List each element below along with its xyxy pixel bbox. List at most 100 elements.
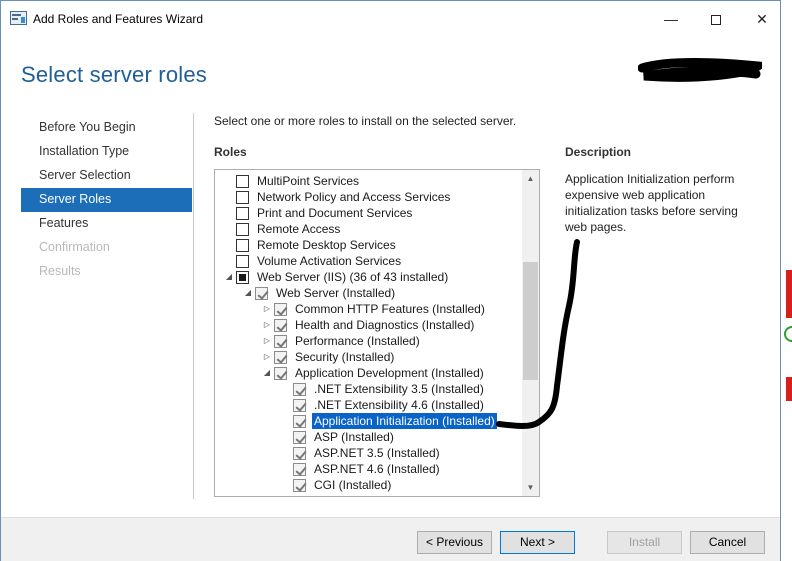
scroll-up-icon[interactable]: ▲	[522, 170, 539, 187]
tree-item[interactable]: .NET Extensibility 4.6 (Installed)	[215, 397, 524, 413]
status-ok-icon	[784, 326, 792, 342]
tree-item[interactable]: ▷ Health and Diagnostics (Installed)	[215, 317, 524, 333]
redaction-scribble	[638, 58, 762, 82]
role-checkbox[interactable]	[293, 415, 306, 428]
role-checkbox[interactable]	[293, 383, 306, 396]
roles-heading: Roles	[214, 145, 247, 159]
expanded-arrow-icon[interactable]: ◢	[242, 285, 254, 301]
tree-item-label: ASP.NET 4.6 (Installed)	[314, 462, 440, 476]
tree-item-label: .NET Extensibility 3.5 (Installed)	[314, 382, 484, 396]
cancel-button[interactable]: Cancel	[690, 531, 765, 554]
maximize-button[interactable]	[701, 7, 731, 31]
tree-item-label: Performance (Installed)	[295, 334, 420, 348]
tree-item[interactable]: Remote Access	[215, 221, 524, 237]
tree-item[interactable]: Remote Desktop Services	[215, 237, 524, 253]
role-checkbox[interactable]	[236, 239, 249, 252]
role-checkbox[interactable]	[255, 287, 268, 300]
scroll-down-icon[interactable]: ▼	[522, 479, 539, 496]
tree-item-label: CGI (Installed)	[314, 478, 392, 492]
collapsed-arrow-icon[interactable]: ▷	[261, 333, 273, 349]
tree-item[interactable]: ASP.NET 4.6 (Installed)	[215, 461, 524, 477]
tree-item[interactable]: ASP (Installed)	[215, 429, 524, 445]
role-checkbox[interactable]	[236, 255, 249, 268]
role-checkbox[interactable]	[236, 207, 249, 220]
nav-item-before-you-begin[interactable]: Before You Begin	[21, 116, 192, 140]
tree-item[interactable]: ◢ Application Development (Installed)	[215, 365, 524, 381]
previous-button[interactable]: < Previous	[417, 531, 492, 554]
tree-item[interactable]: ▷ Security (Installed)	[215, 349, 524, 365]
nav-item-server-roles[interactable]: Server Roles	[21, 188, 192, 212]
wizard-navigation: Before You Begin Installation Type Serve…	[21, 116, 192, 284]
tree-item[interactable]: ◢ Web Server (Installed)	[215, 285, 524, 301]
role-checkbox[interactable]	[274, 351, 287, 364]
tree-item[interactable]: Application Initialization (Installed)	[215, 413, 524, 429]
tree-item-label: Web Server (Installed)	[276, 286, 396, 300]
role-checkbox[interactable]	[236, 223, 249, 236]
tree-item-label: Volume Activation Services	[257, 254, 402, 268]
tree-item-label: ASP (Installed)	[314, 430, 394, 444]
wizard-footer: < Previous Next > Install Cancel	[1, 517, 780, 561]
title-bar[interactable]: Add Roles and Features Wizard — ✕	[0, 0, 781, 36]
background-window-edge	[786, 377, 792, 401]
nav-item-server-selection[interactable]: Server Selection	[21, 164, 192, 188]
tree-item[interactable]: ▷ Common HTTP Features (Installed)	[215, 301, 524, 317]
nav-item-features[interactable]: Features	[21, 212, 192, 236]
background-window-edge	[786, 270, 792, 318]
tree-item-label: .NET Extensibility 4.6 (Installed)	[314, 398, 484, 412]
collapsed-arrow-icon[interactable]: ▷	[261, 301, 273, 317]
tree-item-label: Print and Document Services	[257, 206, 413, 220]
tree-item-label: Network Policy and Access Services	[257, 190, 451, 204]
tree-item[interactable]: Print and Document Services	[215, 205, 524, 221]
role-checkbox[interactable]	[236, 191, 249, 204]
maximize-icon	[711, 15, 721, 26]
tree-item-label: Remote Access	[257, 222, 341, 236]
tree-item[interactable]: ASP.NET 3.5 (Installed)	[215, 445, 524, 461]
close-button[interactable]: ✕	[747, 7, 777, 31]
nav-item-installation-type[interactable]: Installation Type	[21, 140, 192, 164]
role-checkbox[interactable]	[236, 175, 249, 188]
tree-item[interactable]: Network Policy and Access Services	[215, 189, 524, 205]
tree-item[interactable]: ▷ Performance (Installed)	[215, 333, 524, 349]
minimize-button[interactable]: —	[656, 7, 686, 31]
tree-item-label: Application Development (Installed)	[295, 366, 484, 380]
expanded-arrow-icon[interactable]: ◢	[261, 365, 273, 381]
tree-item[interactable]: ◢ Web Server (IIS) (36 of 43 installed)	[215, 269, 524, 285]
nav-item-results: Results	[39, 264, 81, 278]
page-title: Select server roles	[21, 62, 207, 87]
role-checkbox[interactable]	[274, 319, 287, 332]
tree-item-label: Web Server (IIS) (36 of 43 installed)	[257, 270, 449, 284]
tree-item-label: Application Initialization (Installed)	[312, 413, 497, 429]
tree-item[interactable]: .NET Extensibility 3.5 (Installed)	[215, 381, 524, 397]
roles-tree[interactable]: MultiPoint Services Network Policy and Ac…	[214, 169, 540, 497]
tree-item-label: MultiPoint Services	[257, 174, 360, 188]
role-checkbox[interactable]	[274, 335, 287, 348]
tree-item[interactable]: Volume Activation Services	[215, 253, 524, 269]
role-checkbox[interactable]	[293, 399, 306, 412]
next-button[interactable]: Next >	[500, 531, 575, 554]
expanded-arrow-icon[interactable]: ◢	[223, 269, 235, 285]
role-checkbox[interactable]	[293, 447, 306, 460]
role-checkbox[interactable]	[293, 431, 306, 444]
install-button: Install	[607, 531, 682, 554]
description-text: Application Initialization perform expen…	[565, 172, 738, 234]
collapsed-arrow-icon[interactable]: ▷	[261, 317, 273, 333]
tree-item-label: Remote Desktop Services	[257, 238, 396, 252]
tree-item-label: Security (Installed)	[295, 350, 395, 364]
server-manager-icon	[10, 11, 27, 25]
tree-item-label: Health and Diagnostics (Installed)	[295, 318, 475, 332]
window-title: Add Roles and Features Wizard	[33, 12, 204, 26]
annotation-scribble	[496, 239, 580, 429]
role-checkbox[interactable]	[274, 367, 287, 380]
role-checkbox[interactable]	[293, 479, 306, 492]
tree-item-label: Common HTTP Features (Installed)	[295, 302, 485, 316]
description-heading: Description	[565, 145, 632, 159]
tree-item[interactable]: CGI (Installed)	[215, 477, 524, 493]
role-checkbox[interactable]	[274, 303, 287, 316]
tree-item[interactable]: MultiPoint Services	[215, 173, 524, 189]
role-checkbox[interactable]	[293, 463, 306, 476]
tree-item-label: ASP.NET 3.5 (Installed)	[314, 446, 440, 460]
intro-text: Select one or more roles to install on t…	[214, 114, 517, 128]
nav-divider	[193, 113, 194, 499]
collapsed-arrow-icon[interactable]: ▷	[261, 349, 273, 365]
role-checkbox[interactable]	[236, 271, 249, 284]
